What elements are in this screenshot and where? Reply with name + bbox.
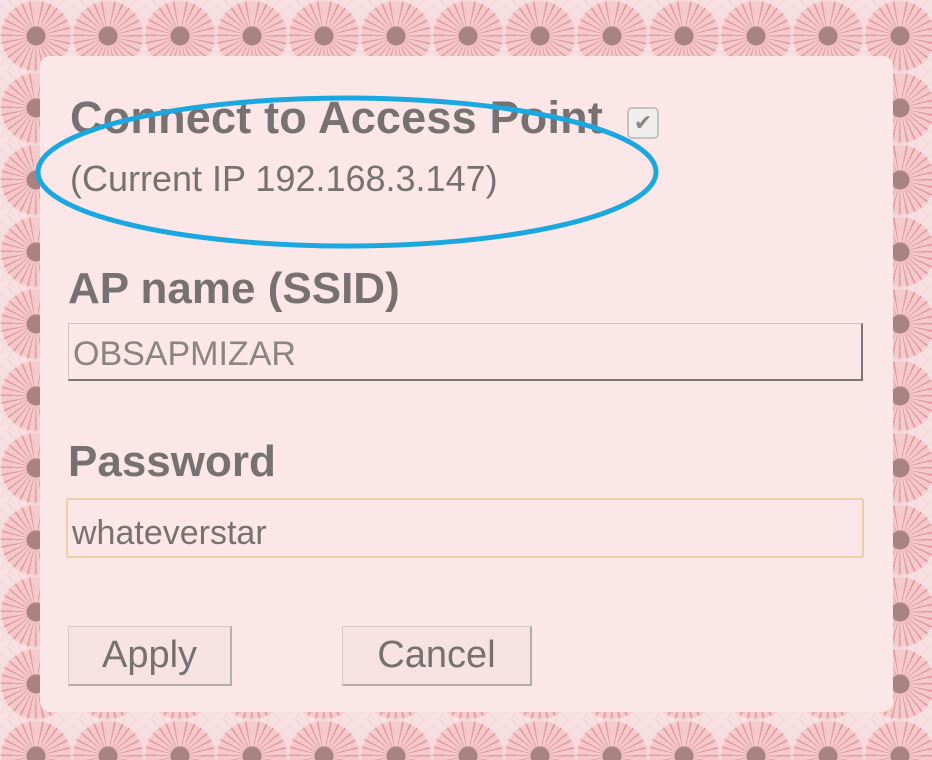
password-input[interactable] [66, 498, 864, 558]
connect-checkbox[interactable]: ✔ [627, 107, 660, 139]
current-ip-text: (Current IP 192.168.3.147) [70, 158, 498, 199]
check-icon: ✔ [633, 110, 653, 135]
password-label: Password [68, 437, 276, 486]
settings-panel [40, 56, 893, 712]
title-row: Connect to Access Point ✔ [70, 92, 660, 144]
ssid-label: AP name (SSID) [68, 264, 400, 313]
cancel-button[interactable]: Cancel [342, 626, 532, 686]
dialog-title: Connect to Access Point [70, 92, 604, 143]
apply-button[interactable]: Apply [68, 626, 232, 686]
ssid-input[interactable] [68, 323, 863, 381]
